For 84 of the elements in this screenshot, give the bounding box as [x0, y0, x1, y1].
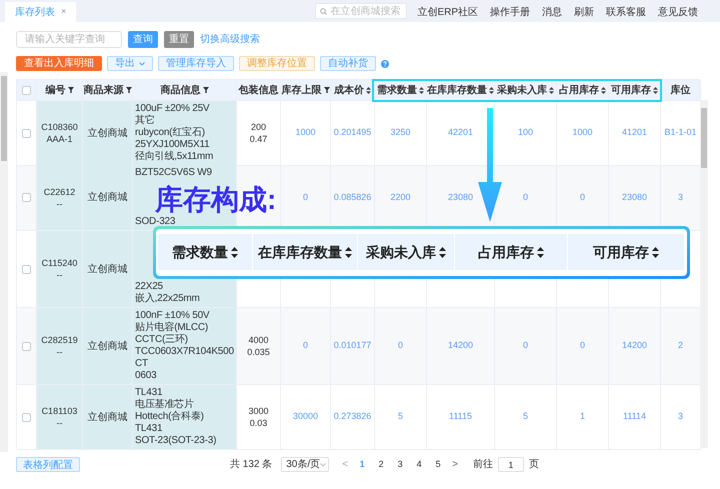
page-number-field[interactable]: 1: [498, 457, 524, 472]
filter-icon[interactable]: [202, 87, 208, 93]
scrollbar[interactable]: [700, 100, 708, 448]
column-header[interactable]: 商品来源: [84, 82, 124, 98]
table-cell: 立创商城: [83, 385, 133, 450]
page-size-select[interactable]: 30条/页: [281, 457, 330, 472]
search-icon: [320, 8, 328, 14]
page-button[interactable]: 5: [433, 458, 444, 472]
page-suffix: 页: [528, 458, 539, 472]
column-header[interactable]: 可用库存: [611, 82, 651, 98]
sort-icon[interactable]: [439, 246, 446, 258]
table-cell: 100uF ±20% 25V 其它 rubycon(红宝石) 25YXJ100M5X11 径向引线,5x11mm: [133, 101, 237, 166]
table-cell: 5: [495, 385, 557, 450]
table-cell: C22612 --: [37, 165, 83, 231]
search-field[interactable]: 在立创商城搜索: [315, 3, 408, 19]
table-cell: 1: [557, 385, 609, 450]
table-cell: C181103 --: [37, 385, 83, 450]
nav-link[interactable]: 操作手册: [490, 4, 530, 20]
table-cell: 11114: [609, 385, 661, 450]
column-header: 需求数量: [172, 242, 228, 262]
table-cell: 立创商城: [83, 308, 133, 385]
table-cell: 5: [375, 385, 427, 450]
total-count: 共 132 条: [230, 458, 272, 472]
checkbox[interactable]: [22, 412, 31, 422]
checkbox[interactable]: [22, 193, 31, 202]
column-header: 在库库存数量: [258, 242, 342, 262]
table-cell: TL431 电压基准芯片 Hottech(合科泰) TL431 SOT-23(SOT-23-3): [133, 385, 237, 450]
checkbox[interactable]: [22, 128, 31, 138]
sort-icon[interactable]: [601, 86, 606, 94]
sort-icon[interactable]: [549, 86, 554, 94]
column-header: 占用库存: [478, 242, 534, 262]
checkbox[interactable]: [22, 86, 31, 94]
table-cell: 立创商城: [83, 231, 133, 308]
column-header[interactable]: 成本价: [334, 82, 364, 98]
nav-link[interactable]: 立创ERP社区: [417, 4, 478, 20]
table-cell: 0.273826: [331, 385, 375, 450]
checkbox[interactable]: [22, 264, 31, 274]
scrollbar[interactable]: [0, 72, 8, 452]
sort-icon[interactable]: [489, 86, 494, 94]
page-button[interactable]: 4: [414, 458, 424, 472]
sort-icon[interactable]: [366, 86, 371, 94]
help-icon[interactable]: [381, 60, 389, 68]
table-cell: C115240 --: [37, 231, 83, 308]
next-page-button[interactable]: >: [452, 457, 458, 472]
table-cell: C108360 AAA-1: [37, 101, 83, 166]
filter-icon[interactable]: [126, 87, 132, 93]
column-header[interactable]: 需求数量: [377, 82, 417, 98]
checkbox[interactable]: [22, 342, 31, 350]
column-header[interactable]: 占用库存: [559, 82, 599, 98]
column-header[interactable]: 包装信息: [238, 82, 278, 98]
column-header: 采购未入库: [366, 242, 436, 262]
table-cell: C282519 --: [37, 308, 83, 385]
column-header[interactable]: 采购未入库: [497, 82, 547, 98]
filter-icon[interactable]: [68, 87, 74, 93]
table-cell: 立创商城: [83, 101, 133, 166]
table-cell: 立创商城: [83, 165, 133, 231]
filter-icon[interactable]: [324, 87, 330, 93]
sort-icon[interactable]: [419, 86, 424, 94]
column-header[interactable]: 在库库存数量: [427, 82, 487, 98]
column-header[interactable]: 库存上限: [282, 82, 322, 98]
sort-icon[interactable]: [653, 86, 658, 94]
column-header[interactable]: 库位: [670, 82, 690, 98]
table-cell: 11115: [427, 385, 495, 450]
column-header: 可用库存: [593, 242, 649, 262]
table-cell: 30000: [281, 385, 331, 450]
sort-icon[interactable]: [652, 246, 659, 258]
table-cell: 3000 0.03: [237, 385, 281, 450]
nav-link[interactable]: 消息: [542, 4, 562, 20]
column-header[interactable]: 商品信息: [160, 82, 200, 98]
caret-icon: [320, 462, 326, 466]
sort-icon[interactable]: [345, 246, 352, 258]
search-field[interactable]: 请输入关键字查询: [16, 31, 122, 48]
nav-link[interactable]: 刷新: [574, 4, 594, 20]
caret-icon: [139, 62, 145, 66]
sort-icon[interactable]: [231, 246, 238, 258]
nav-link[interactable]: 联系客服: [606, 4, 646, 20]
goto-label: 前往: [472, 458, 493, 472]
table-cell: 100nF ±10% 50V 贴片电容(MLCC) CCTC(三环) TCC0603X7R104K500 CT 0603: [133, 308, 237, 385]
column-header[interactable]: 编号: [46, 82, 66, 98]
nav-link[interactable]: 意见反馈: [658, 4, 698, 20]
page-button[interactable]: 2: [376, 458, 386, 472]
sort-icon[interactable]: [537, 246, 544, 258]
page-button[interactable]: 3: [395, 458, 406, 472]
annotation-title: 库存构成:: [155, 185, 276, 215]
